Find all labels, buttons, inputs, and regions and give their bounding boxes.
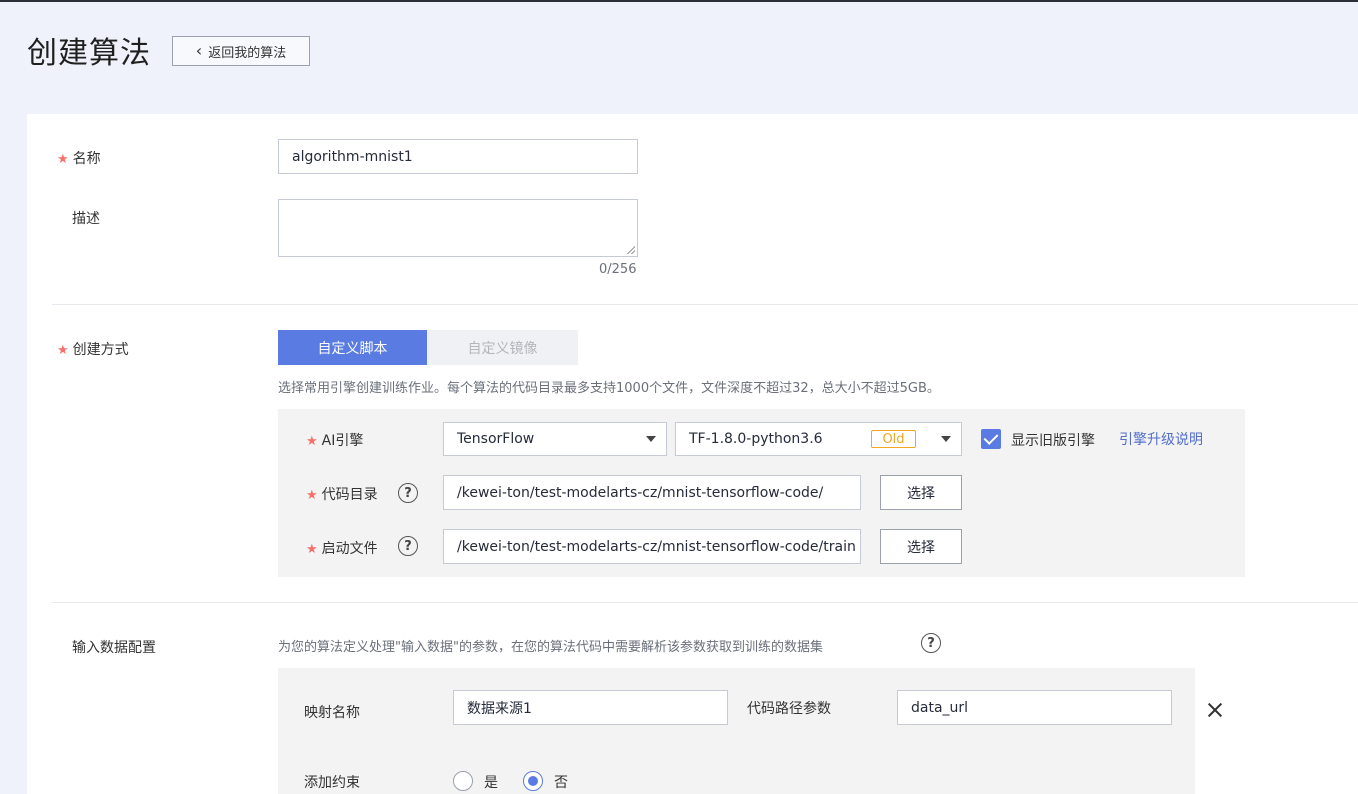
custom-script-tab[interactable]: 自定义脚本 (278, 330, 427, 365)
section-divider (52, 602, 1358, 603)
show-old-engine-checkbox[interactable] (981, 429, 1001, 449)
engine-framework-select[interactable]: TensorFlow (443, 422, 667, 456)
chevron-left-icon: ‹ (195, 41, 203, 60)
constraint-no-radio[interactable] (523, 771, 543, 791)
creation-method-hint: 选择常用引擎创建训练作业。每个算法的代码目录最多支持1000个文件，文件深度不超… (278, 381, 940, 396)
form-card: ★ 名称 algorithm-mnist1 描述 0/256 ★ 创建方式 自定义脚… (27, 114, 1358, 794)
required-star-icon: ★ (306, 434, 318, 449)
description-textarea[interactable] (278, 199, 638, 257)
constraint-no-label: 否 (554, 775, 568, 791)
input-mapping-panel: 映射名称 数据来源1 代码路径参数 data_url 添加约束 是 否 (278, 668, 1195, 794)
boot-file-input[interactable]: /kewei-ton/test-modelarts-cz/mnist-tenso… (443, 529, 861, 564)
engine-framework-value: TensorFlow (457, 431, 535, 447)
name-label: ★ 名称 (57, 151, 101, 167)
help-icon[interactable]: ? (921, 633, 941, 653)
ai-engine-label: ★ AI引擎 (306, 433, 364, 449)
required-star-icon: ★ (57, 343, 69, 358)
add-constraint-label: 添加约束 (304, 775, 360, 791)
constraint-yes-label: 是 (484, 775, 498, 791)
engine-upgrade-link[interactable]: 引擎升级说明 (1119, 429, 1203, 449)
code-path-param-input[interactable]: data_url (897, 690, 1172, 725)
code-dir-input[interactable]: /kewei-ton/test-modelarts-cz/mnist-tenso… (443, 475, 861, 510)
required-star-icon: ★ (306, 542, 318, 557)
description-label: 描述 (72, 211, 100, 227)
required-star-icon: ★ (57, 152, 69, 167)
code-dir-label: ★ 代码目录 (306, 487, 378, 503)
old-version-badge: Old (871, 430, 916, 448)
section-divider (52, 304, 1358, 305)
mapping-name-input[interactable]: 数据来源1 (453, 690, 728, 725)
code-dir-select-button[interactable]: 选择 (880, 475, 962, 510)
help-icon[interactable]: ? (398, 536, 418, 556)
boot-file-select-button[interactable]: 选择 (880, 529, 962, 564)
caret-down-icon (941, 436, 951, 442)
custom-image-tab[interactable]: 自定义镜像 (427, 330, 578, 365)
back-to-my-algorithms-button[interactable]: ‹ 返回我的算法 (172, 36, 310, 66)
mapping-name-label: 映射名称 (304, 705, 360, 721)
resize-grip-icon[interactable] (627, 246, 635, 254)
boot-file-label: ★ 启动文件 (306, 541, 378, 557)
help-icon[interactable]: ? (398, 483, 418, 503)
required-star-icon: ★ (306, 488, 318, 503)
code-path-param-label: 代码路径参数 (747, 701, 831, 717)
show-old-engine-label: 显示旧版引擎 (1011, 433, 1095, 449)
constraint-yes-radio[interactable] (453, 771, 473, 791)
name-input[interactable]: algorithm-mnist1 (278, 139, 638, 174)
engine-config-panel: ★ AI引擎 TensorFlow TF-1.8.0-python3.6 Old … (278, 409, 1245, 577)
top-border (0, 0, 1358, 2)
engine-version-value: TF-1.8.0-python3.6 (689, 431, 823, 447)
caret-down-icon (646, 436, 656, 442)
remove-mapping-close-icon[interactable] (1207, 702, 1223, 718)
description-counter: 0/256 (599, 262, 637, 277)
creation-method-label: ★ 创建方式 (57, 342, 129, 358)
back-button-label: 返回我的算法 (208, 45, 287, 61)
engine-version-select[interactable]: TF-1.8.0-python3.6 Old (675, 422, 962, 456)
page-title: 创建算法 (27, 36, 151, 71)
input-data-hint: 为您的算法定义处理"输入数据"的参数，在您的算法代码中需要解析该参数获取到训练的… (278, 640, 823, 655)
input-data-label: 输入数据配置 (72, 640, 156, 656)
